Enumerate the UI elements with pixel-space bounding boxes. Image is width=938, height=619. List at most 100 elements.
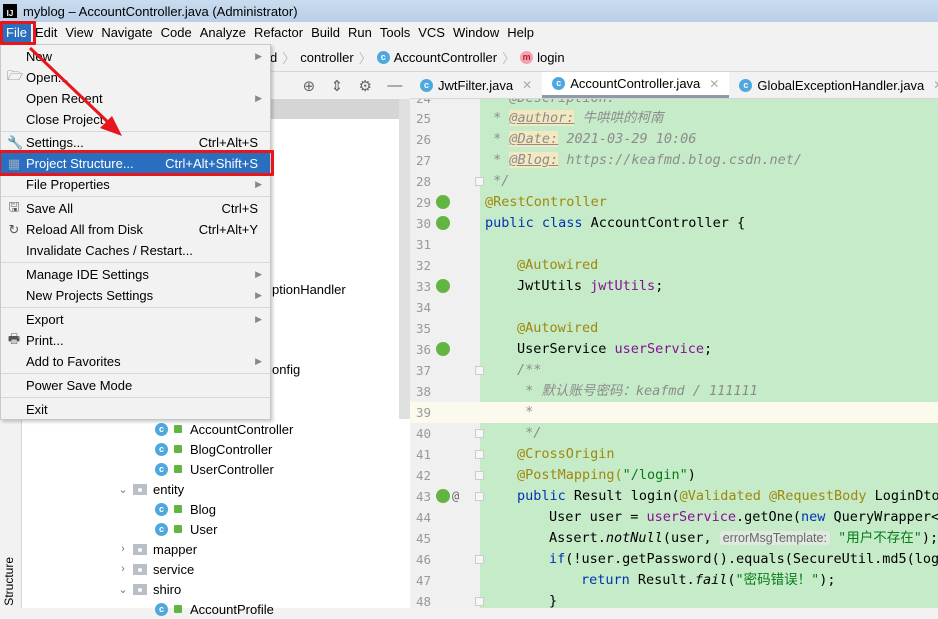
fold-icon[interactable] (475, 597, 484, 606)
tab-accountcontroller[interactable]: c AccountController.java ✕ (542, 72, 730, 98)
breadcrumb-partial[interactable]: d (270, 50, 277, 65)
chevron-down-icon[interactable]: ⌄ (117, 483, 129, 496)
menu-refactor[interactable]: Refactor (250, 22, 307, 44)
annotation-box-file-menu (0, 21, 36, 45)
tree-row[interactable]: › service (117, 559, 194, 579)
structure-tool-button[interactable]: Structure (2, 557, 16, 606)
project-scrollbar[interactable] (399, 99, 410, 419)
breadcrumb-login[interactable]: m login (520, 50, 565, 65)
menu-item-exit[interactable]: Exit (1, 399, 270, 420)
chevron-right-icon[interactable]: › (117, 543, 129, 555)
code-line-current: 39 * (410, 402, 938, 423)
code-text: User user = userService.getOne(new Query… (549, 509, 938, 525)
menu-item-open-recent[interactable]: Open Recent ▶ (1, 88, 270, 109)
tree-row[interactable]: c User (155, 519, 217, 539)
tree-row-partial[interactable]: ptionHandler (272, 279, 346, 299)
menu-item-label: Settings... (26, 135, 84, 150)
menu-item-reload-all[interactable]: ↻ Reload All from Disk Ctrl+Alt+Y (1, 219, 270, 240)
submenu-arrow-icon: ▶ (255, 314, 262, 324)
menu-run[interactable]: Run (344, 22, 376, 44)
tree-row-partial[interactable]: onfig (272, 359, 300, 379)
code-line: 27 * @Blog: https://keafmd.blog.csdn.net… (410, 150, 938, 171)
menu-navigate[interactable]: Navigate (97, 22, 156, 44)
tree-label: User (190, 521, 218, 537)
menu-item-add-to-favorites[interactable]: Add to Favorites ▶ (1, 351, 270, 372)
fold-icon[interactable] (475, 177, 484, 186)
autowired-icon[interactable] (436, 342, 450, 356)
tree-row[interactable]: ⌄ entity (117, 479, 184, 499)
menu-item-export[interactable]: Export ▶ (1, 309, 270, 330)
tree-row[interactable]: ⌄ shiro (117, 579, 181, 599)
line-number: 39 (416, 405, 432, 420)
menu-build[interactable]: Build (307, 22, 344, 44)
tree-label: shiro (153, 581, 182, 597)
fold-icon[interactable] (475, 429, 484, 438)
menu-view[interactable]: View (61, 22, 97, 44)
tab-globalexceptionhandler[interactable]: c GlobalExceptionHandler.java ✕ (729, 72, 938, 98)
hide-icon[interactable]: — (387, 77, 402, 94)
tree-row[interactable]: c UserController (155, 459, 274, 479)
code-text: * 默认账号密码：keafmd / 111111 (517, 383, 758, 399)
locate-icon[interactable]: ⊕ (303, 77, 316, 95)
tree-row[interactable]: c Blog (155, 499, 216, 519)
menu-item-new-projects-settings[interactable]: New Projects Settings ▶ (1, 285, 270, 306)
annotation-box-project-structure (0, 150, 274, 176)
fold-icon[interactable] (475, 450, 484, 459)
at-sign-icon[interactable]: @ (452, 486, 459, 507)
code-line: 38 * 默认账号密码：keafmd / 111111 (410, 381, 938, 402)
menu-item-close-project[interactable]: Close Project (1, 109, 270, 130)
code-text: JwtUtils jwtUtils; (517, 278, 664, 294)
line-number: 40 (416, 426, 432, 441)
class-icon: c (155, 602, 168, 616)
tab-jwtfilter[interactable]: c JwtFilter.java ✕ (410, 72, 542, 98)
menu-tools[interactable]: Tools (376, 22, 414, 44)
menu-vcs[interactable]: VCS (414, 22, 449, 44)
menu-window[interactable]: Window (449, 22, 503, 44)
line-number: 34 (416, 300, 432, 315)
fold-icon[interactable] (475, 492, 484, 501)
collapse-all-icon[interactable]: ⇕ (331, 77, 344, 95)
tree-row[interactable]: › mapper (117, 539, 197, 559)
class-icon: c (420, 78, 433, 92)
code-text: } (549, 593, 558, 608)
menu-item-file-properties[interactable]: File Properties ▶ (1, 174, 270, 195)
menu-item-open[interactable]: 🗁 Open... (1, 67, 270, 88)
menu-item-save-all[interactable]: 🖫 Save All Ctrl+S (1, 198, 270, 219)
menu-item-manage-ide-settings[interactable]: Manage IDE Settings ▶ (1, 264, 270, 285)
breadcrumb-separator: 〉 (282, 51, 296, 66)
fold-icon[interactable] (475, 366, 484, 375)
menu-item-label: Power Save Mode (26, 378, 133, 393)
fold-icon[interactable] (475, 555, 484, 564)
spring-bean-icon[interactable] (436, 216, 450, 230)
tab-label: JwtFilter.java (438, 77, 514, 93)
menu-code[interactable]: Code (157, 22, 196, 44)
close-icon[interactable]: ✕ (933, 78, 938, 92)
close-icon[interactable]: ✕ (522, 78, 532, 92)
chevron-right-icon[interactable]: › (117, 563, 129, 575)
gear-icon[interactable]: ⚙ (359, 77, 372, 95)
breadcrumb-controller[interactable]: controller (300, 50, 353, 65)
tree-row[interactable]: c AccountController (155, 419, 293, 439)
breadcrumb-accountcontroller[interactable]: c AccountController (376, 50, 497, 65)
spring-bean-icon[interactable] (436, 195, 450, 209)
chevron-down-icon[interactable]: ⌄ (117, 583, 129, 596)
menu-item-power-save-mode[interactable]: Power Save Mode (1, 375, 270, 396)
tree-row[interactable]: c AccountProfile (155, 599, 274, 619)
fold-icon[interactable] (475, 471, 484, 480)
autowired-icon[interactable] (436, 279, 450, 293)
menu-item-print[interactable]: 🖶 Print... (1, 330, 270, 351)
line-number: 27 (416, 153, 432, 168)
request-mapping-icon[interactable] (436, 489, 450, 503)
close-icon[interactable]: ✕ (709, 77, 719, 91)
tree-row[interactable]: c BlogController (155, 439, 272, 459)
menu-item-new[interactable]: New ▶ (1, 46, 270, 67)
tree-label: BlogController (190, 441, 273, 457)
code-line: 35 @Autowired (410, 318, 938, 339)
class-icon: c (552, 77, 566, 90)
menu-help[interactable]: Help (503, 22, 538, 44)
code-line: 29 @RestController (410, 192, 938, 213)
code-editor[interactable]: 24 * @Description: 25 * @author: 牛哄哄的柯南 … (410, 99, 938, 608)
line-number: 38 (416, 384, 432, 399)
menu-item-invalidate-caches[interactable]: Invalidate Caches / Restart... (1, 240, 270, 261)
menu-analyze[interactable]: Analyze (196, 22, 250, 44)
